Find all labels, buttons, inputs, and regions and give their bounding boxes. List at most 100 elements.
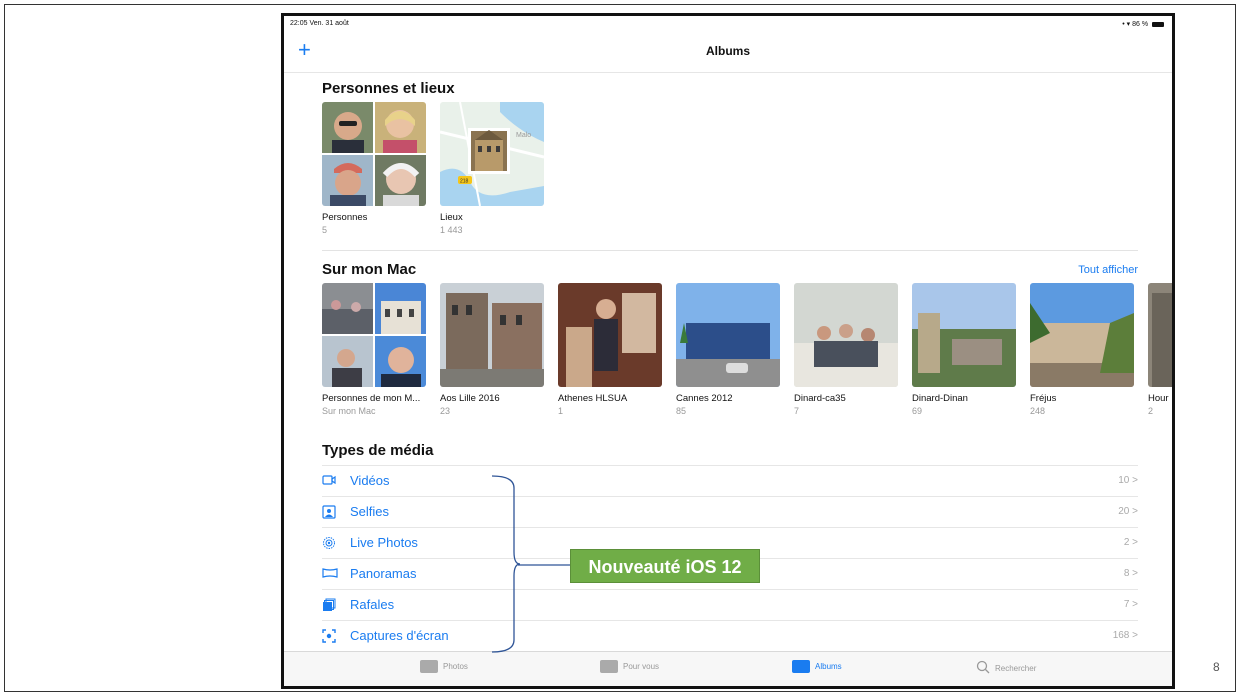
album-people[interactable]: Personnes 5 bbox=[322, 102, 426, 235]
album-dinard-dinan[interactable]: Dinard-Dinan 69 bbox=[912, 283, 1016, 416]
media-row-selfies[interactable]: Selfies 20 > bbox=[322, 496, 1138, 527]
callout-connector bbox=[518, 564, 572, 566]
album-name: Fréjus bbox=[1030, 393, 1057, 404]
album-cannes[interactable]: Cannes 2012 85 bbox=[676, 283, 780, 416]
search-tab-icon bbox=[976, 660, 990, 676]
album-name: Dinard-ca35 bbox=[794, 393, 846, 404]
album-count: 1 bbox=[558, 406, 564, 416]
status-indicators: • ▾ 86 % bbox=[1122, 20, 1164, 28]
album-thumbnail bbox=[440, 283, 544, 387]
page-title: Albums bbox=[705, 44, 750, 58]
album-thumbnail bbox=[912, 283, 1016, 387]
face-photo bbox=[375, 155, 426, 206]
tab-label: Pour vous bbox=[623, 662, 660, 671]
photo-image bbox=[558, 283, 662, 387]
album-thumbnail bbox=[1030, 283, 1134, 387]
album-name: Dinard-Dinan bbox=[912, 393, 968, 404]
section-divider bbox=[322, 250, 1138, 251]
video-icon bbox=[322, 474, 336, 488]
media-row-videos[interactable]: Vidéos 10 > bbox=[322, 465, 1138, 496]
status-right-text: • ▾ 86 % bbox=[1122, 21, 1149, 28]
media-label: Live Photos bbox=[350, 535, 418, 550]
tab-photos[interactable]: Photos bbox=[420, 660, 468, 673]
panorama-icon bbox=[322, 567, 338, 581]
tab-albums[interactable]: Albums bbox=[792, 660, 842, 673]
ios12-callout: Nouveauté iOS 12 bbox=[570, 549, 760, 583]
places-map-thumbnail: Malo 218 bbox=[440, 102, 544, 206]
album-name: Cannes 2012 bbox=[676, 393, 733, 404]
album-frejus[interactable]: Fréjus 248 bbox=[1030, 283, 1134, 416]
albums-tab-icon bbox=[792, 660, 810, 673]
media-count: 2 > bbox=[1123, 537, 1138, 548]
album-name: Personnes bbox=[322, 212, 368, 223]
face-photo bbox=[375, 102, 426, 153]
album-count: 5 bbox=[322, 225, 328, 235]
album-aos-lille[interactable]: Aos Lille 2016 23 bbox=[440, 283, 544, 416]
media-label: Captures d'écran bbox=[350, 628, 449, 643]
album-athenes[interactable]: Athenes HLSUA 1 bbox=[558, 283, 662, 416]
album-count: 23 bbox=[440, 406, 451, 416]
album-thumbnail bbox=[1148, 283, 1172, 387]
tab-search[interactable]: Rechercher bbox=[976, 660, 1036, 676]
album-places[interactable]: Malo 218 Lieux 1 443 bbox=[440, 102, 544, 235]
media-count: 168 > bbox=[1112, 630, 1138, 641]
album-count: 2 bbox=[1148, 406, 1154, 416]
battery-icon bbox=[1152, 21, 1164, 27]
photo-image bbox=[1148, 283, 1172, 387]
media-count: 8 > bbox=[1123, 568, 1138, 579]
map-label: Malo bbox=[516, 132, 531, 139]
map-pin-count: 218 bbox=[460, 179, 469, 185]
media-count: 20 > bbox=[1118, 506, 1138, 517]
section-title-mac: Sur mon Mac bbox=[322, 261, 417, 278]
tab-label: Albums bbox=[815, 662, 842, 671]
photo-image bbox=[1030, 283, 1134, 387]
photo-image bbox=[794, 283, 898, 387]
album-name: Aos Lille 2016 bbox=[440, 393, 500, 404]
people-thumbnail bbox=[322, 102, 426, 206]
slide-number: 8 bbox=[1213, 660, 1220, 674]
status-bar: 22:05 Ven. 31 août • ▾ 86 % bbox=[284, 16, 1172, 34]
photo-image bbox=[322, 336, 373, 387]
album-name: Athenes HLSUA bbox=[558, 393, 628, 404]
media-label: Panoramas bbox=[350, 566, 417, 581]
status-time: 22:05 Ven. 31 août bbox=[290, 20, 349, 27]
tab-for-you[interactable]: Pour vous bbox=[600, 660, 659, 673]
navigation-bar: + Albums bbox=[284, 34, 1172, 73]
album-name: Personnes de mon M... bbox=[322, 393, 421, 404]
face-photo bbox=[322, 155, 373, 206]
album-dinard-ca35[interactable]: Dinard-ca35 7 bbox=[794, 283, 898, 416]
burst-icon bbox=[322, 598, 336, 612]
map-image: Malo 218 bbox=[440, 102, 544, 206]
screenshot-icon bbox=[322, 629, 336, 643]
media-row-rafales[interactable]: Rafales 7 > bbox=[322, 589, 1138, 620]
album-thumbnail bbox=[322, 283, 426, 387]
album-thumbnail bbox=[558, 283, 662, 387]
tab-bar: Photos Pour vous Albums Rechercher bbox=[284, 651, 1172, 686]
selfie-icon bbox=[322, 505, 336, 519]
album-mac-people[interactable]: Personnes de mon M... Sur mon Mac bbox=[322, 283, 426, 416]
photo-image bbox=[676, 283, 780, 387]
section-title-media-types: Types de média bbox=[322, 442, 434, 459]
for-you-tab-icon bbox=[600, 660, 618, 673]
media-label: Vidéos bbox=[350, 473, 390, 488]
media-row-captures[interactable]: Captures d'écran 168 > bbox=[322, 620, 1138, 651]
album-thumbnail bbox=[676, 283, 780, 387]
photo-image bbox=[375, 283, 426, 334]
media-count: 10 > bbox=[1118, 475, 1138, 486]
tab-label: Photos bbox=[443, 662, 468, 671]
media-label: Rafales bbox=[350, 597, 395, 612]
album-count: 1 443 bbox=[440, 225, 463, 235]
media-count: 7 > bbox=[1123, 599, 1138, 610]
album-name: Hour bbox=[1148, 393, 1169, 404]
album-thumbnail bbox=[794, 283, 898, 387]
annotation-bracket bbox=[491, 475, 520, 653]
album-hour[interactable]: Hour 2 bbox=[1148, 283, 1172, 416]
album-count: 248 bbox=[1030, 406, 1046, 416]
photo-image bbox=[375, 336, 426, 387]
media-label: Selfies bbox=[350, 504, 390, 519]
album-count: 85 bbox=[676, 406, 687, 416]
live-photo-icon bbox=[322, 536, 336, 550]
photo-image bbox=[912, 283, 1016, 387]
photo-image bbox=[322, 283, 373, 334]
see-all-link[interactable]: Tout afficher bbox=[1078, 264, 1138, 276]
